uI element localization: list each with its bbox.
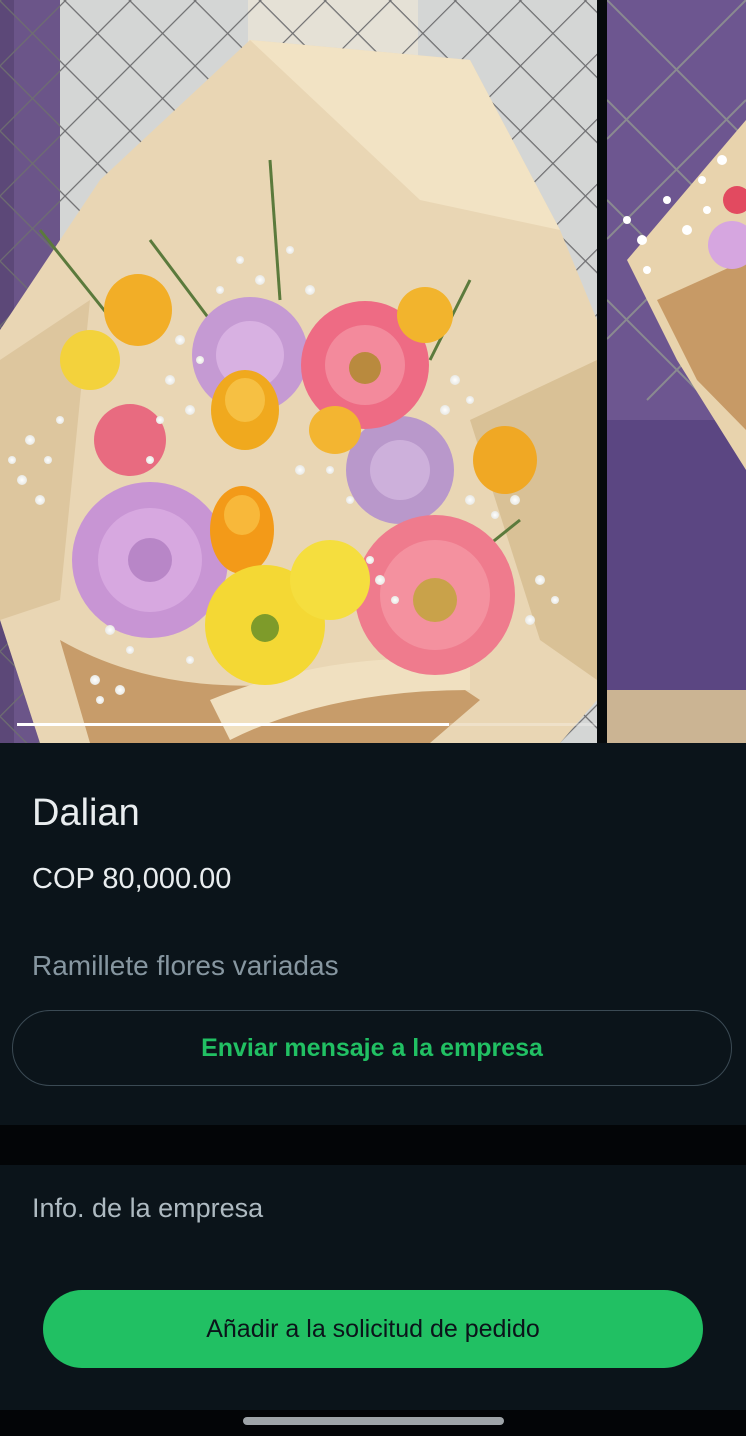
system-navigation-bar (0, 1410, 746, 1436)
company-section: Info. de la empresa Añadir a la solicitu… (0, 1165, 746, 1410)
product-image-bouquet[interactable] (0, 0, 597, 743)
product-image-carousel[interactable] (0, 0, 746, 743)
product-price: COP 80,000.00 (32, 863, 232, 895)
message-business-button[interactable]: Enviar mensaje a la empresa (12, 1010, 732, 1086)
product-details-panel: Dalian COP 80,000.00 Ramillete flores va… (0, 743, 746, 1125)
add-to-order-button[interactable]: Añadir a la solicitud de pedido (43, 1290, 703, 1368)
section-divider (0, 1125, 746, 1165)
bouquet-photo-next (607, 0, 746, 743)
product-name: Dalian (32, 792, 140, 834)
product-description: Ramillete flores variadas (32, 950, 339, 981)
carousel-progress-fill (17, 723, 450, 726)
product-image-next-preview[interactable] (607, 0, 746, 743)
carousel-progress-indicator (17, 723, 597, 726)
home-gesture-handle[interactable] (243, 1417, 504, 1425)
company-info-link[interactable]: Info. de la empresa (32, 1191, 263, 1225)
bouquet-photo (0, 0, 597, 743)
